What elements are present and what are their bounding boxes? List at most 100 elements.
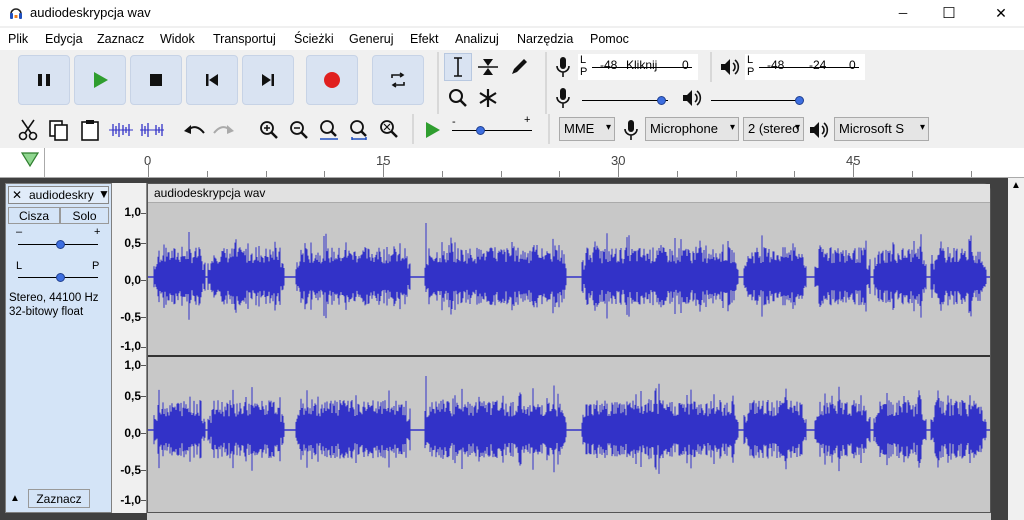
vscale-top-5: -1,0 [120,339,141,353]
menu-bar: Plik Edycja Zaznacz Widok Transportuj Śc… [0,28,1024,50]
input-device-icon [617,116,644,143]
device-divider [548,114,550,144]
input-device-select[interactable]: Microphone ▾ [645,117,739,141]
undo-button[interactable] [180,116,207,143]
record-meter-button[interactable] [549,53,576,80]
copy-button[interactable] [45,116,72,143]
vscale-top-2: 0,5 [124,236,141,250]
close-button[interactable]: ✕ [978,0,1024,26]
menu-effect[interactable]: Efekt [410,32,439,46]
record-meter[interactable]: L P -48 Kliknij 0 [578,54,698,80]
cut-button[interactable] [14,116,41,143]
multi-tool[interactable] [474,84,502,112]
envelope-tool[interactable] [474,53,502,81]
maximize-button[interactable]: ☐ [926,0,972,26]
clip-header[interactable]: audiodeskrypcja wav [148,184,990,203]
menu-help[interactable]: Pomoc [590,32,629,46]
silence-audio-icon [139,122,164,137]
fit-project-button[interactable] [345,116,372,143]
playback-meter-button[interactable] [716,53,743,80]
stop-button[interactable] [130,55,182,105]
channels-select[interactable]: 2 (stereo ▾ [743,117,804,141]
input-volume-icon-button [549,84,576,111]
solo-button[interactable]: Solo [60,207,109,224]
output-volume-slider[interactable] [707,86,807,110]
waveform[interactable] [148,204,990,514]
redo-icon [212,124,234,134]
gain-slider[interactable] [14,238,102,252]
timeline-ruler[interactable]: 0 15 30 45 [0,148,1024,178]
pan-slider[interactable] [14,271,102,285]
menu-transport[interactable]: Transportuj [213,32,276,46]
record-meter-l: L [580,54,587,66]
menu-file[interactable]: Plik [8,32,28,46]
skip-end-button[interactable] [242,55,294,105]
audio-host-select[interactable]: MME ▾ [559,117,615,141]
play-at-speed-button[interactable] [418,116,445,143]
close-icon: ✕ [995,4,1007,21]
channel-divider [148,355,990,357]
fit-selection-button[interactable] [315,116,342,143]
play-button[interactable] [74,55,126,105]
select-track-button[interactable]: Zaznacz [28,489,90,508]
loop-button[interactable] [372,55,424,105]
zoom-tool[interactable] [444,84,472,112]
trim-button[interactable] [107,116,134,143]
maximize-icon: ☐ [942,5,956,22]
input-volume-slider[interactable] [578,86,673,110]
vscale-tick [141,433,146,434]
zoom-out-button[interactable] [285,116,312,143]
pause-button[interactable] [18,55,70,105]
menu-tools[interactable]: Narzędzia [517,32,573,46]
draw-tool[interactable] [505,53,533,81]
paste-button[interactable] [76,116,103,143]
playback-meter[interactable]: L P -48 -24 0 [745,54,865,80]
minimize-button[interactable]: ─ [880,0,926,26]
audio-clip[interactable]: audiodeskrypcja wav [147,183,991,513]
record-button[interactable] [306,55,358,105]
selection-tool[interactable] [444,53,472,81]
playback-meter-r: P [747,66,755,78]
menu-analyze[interactable]: Analizuj [455,32,499,46]
track-close-icon[interactable]: ✕ [12,188,22,202]
audio-host-value: MME [564,121,595,136]
track-menu-triangle-icon[interactable]: ▼ [98,187,110,201]
menu-edit[interactable]: Edycja [45,32,83,46]
play-icon [94,72,108,88]
input-volume-knob[interactable] [657,96,666,105]
play-icon [425,121,440,138]
output-device-value: Microsoft S [839,121,905,136]
zoom-out-icon [289,120,308,139]
menu-select[interactable]: Zaznacz [97,32,144,46]
play-speed-knob[interactable] [476,126,485,135]
ruler-tick [265,171,267,177]
output-volume-knob[interactable] [795,96,804,105]
record-meter-db-48: -48 [600,58,618,72]
gain-plus: + [94,226,101,238]
play-speed-slider[interactable]: - + [448,114,536,142]
minimize-icon: ─ [898,6,908,20]
menu-tracks[interactable]: Ścieżki [294,32,334,46]
vscale-top-1: 1,0 [124,205,141,219]
zoom-in-button[interactable] [255,116,282,143]
redo-button[interactable] [210,116,237,143]
zoom-toggle-button[interactable] [375,116,402,143]
chevron-down-icon: ▾ [729,122,735,133]
output-device-select[interactable]: Microsoft S ▾ [834,117,929,141]
scroll-up-arrow-icon[interactable]: ▲ [1011,180,1021,191]
track-name-button[interactable]: audiodeskry [29,188,99,202]
silence-button[interactable] [138,116,165,143]
menu-view[interactable]: Widok [160,32,195,46]
collapse-triangle-icon[interactable]: ▲ [10,493,20,504]
output-volume-icon-button [678,84,705,111]
play-head-triangle-icon[interactable] [21,152,39,168]
pan-knob[interactable] [56,273,65,282]
input-device-value: Microphone [650,121,718,136]
menu-generate[interactable]: Generuj [349,32,393,46]
ruler-tick [794,171,796,177]
mute-button[interactable]: Cisza [8,207,60,224]
vertical-scrollbar[interactable]: ▲ [1008,178,1024,520]
gain-knob[interactable] [56,240,65,249]
skip-start-button[interactable] [186,55,238,105]
record-icon [324,72,340,88]
